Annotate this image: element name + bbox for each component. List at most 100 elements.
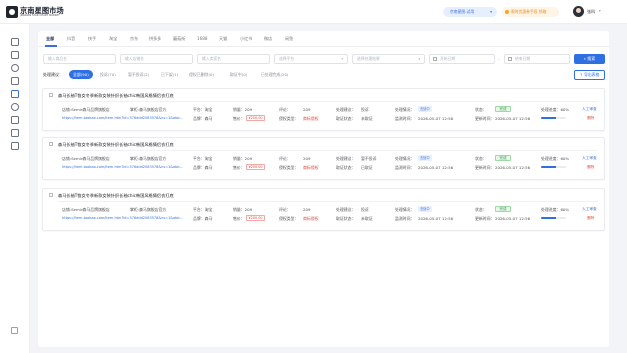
manual-review-button[interactable]: 人工审查 xyxy=(582,207,597,212)
shop-name-input[interactable]: 输入店铺名 xyxy=(120,54,193,64)
platform-select-placeholder: 选择平台 xyxy=(279,56,295,61)
progress-fill xyxy=(541,166,556,169)
seller-name-input[interactable]: 输入卖家名 xyxy=(197,54,270,64)
listing-link[interactable]: https://item.taobao.com/item.htm?id=576d… xyxy=(62,116,183,120)
advice-label: 处理建议： xyxy=(336,156,356,161)
monitor-time-value: 2026-05-07 12:56 xyxy=(418,216,454,221)
filter-chip-collecting[interactable]: 取证中(0) xyxy=(230,70,247,79)
shield-icon[interactable] xyxy=(11,77,19,85)
tab-weidian[interactable]: 微店 xyxy=(264,36,272,42)
platform-tabs: 全部 抖音 快手 淘宝 京东 拼多多 蘑菇街 1688 天猫 小红书 微店 闲鱼 xyxy=(38,31,609,47)
export-button[interactable]: ⇪ 导出表格 xyxy=(574,70,605,80)
delete-button[interactable]: 删除 xyxy=(587,216,594,221)
start-date-placeholder: 开始日期 xyxy=(440,56,456,61)
handle-status-badge: 去处中 xyxy=(418,206,432,212)
avatar[interactable] xyxy=(573,6,584,17)
update-time-value: 2026-05-07 12:56 xyxy=(495,216,531,221)
update-time-label: 更新时间： xyxy=(475,165,495,170)
message-icon[interactable] xyxy=(11,51,19,59)
filter-chip-no-complain[interactable]: 暂不投诉(2) xyxy=(128,70,149,79)
settings-icon[interactable] xyxy=(11,327,18,334)
price-label: 售价： xyxy=(233,116,245,121)
infringe-type-label: 侵权类型： xyxy=(279,116,299,121)
listing-link[interactable]: https://item.taobao.com/item.htm?id=576d… xyxy=(62,165,183,169)
delete-button[interactable]: 删除 xyxy=(587,116,594,121)
home-icon[interactable] xyxy=(11,38,19,46)
active-tab-indicator xyxy=(45,45,57,47)
handle-status-badge: 去处中 xyxy=(418,106,432,112)
search-button[interactable]: ⌕ 搜索 xyxy=(574,54,605,64)
progress-bar xyxy=(541,217,566,220)
status-select[interactable]: 选择处理结果 ▾ xyxy=(352,54,425,64)
product-name-input[interactable]: 输入商品名 xyxy=(43,54,116,64)
user-menu-chevron-icon[interactable]: ▾ xyxy=(599,9,601,13)
progress-value: 60% xyxy=(560,207,570,212)
chart-icon[interactable] xyxy=(11,103,19,111)
brand-value: 森马 xyxy=(204,165,213,170)
user-name[interactable]: 张科 xyxy=(587,9,595,15)
status-select-placeholder: 选择处理结果 xyxy=(357,56,380,61)
monitor-time-value: 2026-05-07 12:56 xyxy=(418,116,454,121)
manual-review-button[interactable]: 人工审查 xyxy=(582,156,597,161)
filter-chip-all[interactable]: 全部(90) xyxy=(69,70,93,79)
start-date-input[interactable]: 开始日期 xyxy=(429,54,495,64)
handle-status-label: 处理情况： xyxy=(395,107,415,112)
main-panel: 全部 抖音 快手 淘宝 京东 拼多多 蘑菇街 1688 天猫 小红书 微店 闲鱼… xyxy=(38,31,609,347)
filter-chip-deleted[interactable]: 侵权已删除(0) xyxy=(189,70,214,79)
infringe-type-label: 侵权类型： xyxy=(279,216,299,221)
filter-chip-removed[interactable]: 已下架(1) xyxy=(161,70,178,79)
filter-chip-done[interactable]: 已处理完成(20) xyxy=(261,70,288,79)
list-icon[interactable] xyxy=(11,142,19,150)
tab-mogujie[interactable]: 蘑菇街 xyxy=(173,36,185,42)
data-icon[interactable] xyxy=(11,116,19,124)
tab-kuaishou[interactable]: 快手 xyxy=(88,36,96,42)
delete-button[interactable]: 删除 xyxy=(587,165,594,170)
card-divider xyxy=(58,101,598,102)
reviews-value: 209 xyxy=(303,207,311,212)
monitor-time-label: 监测时间： xyxy=(395,165,415,170)
promo-banner[interactable]: 限时优惠券手段 领取 xyxy=(502,7,559,17)
sales-value: 209 xyxy=(244,207,253,212)
status-filter-label: 处理建议： xyxy=(43,72,63,77)
tab-taobao[interactable]: 淘宝 xyxy=(109,36,117,42)
search-button-label: 搜索 xyxy=(587,56,596,61)
sales-value: 209 xyxy=(244,107,253,112)
tab-xiaohongshu[interactable]: 小红书 xyxy=(240,36,252,42)
tab-xianyu[interactable]: 闲鱼 xyxy=(285,36,293,42)
progress-label: 处理进度： xyxy=(541,156,561,161)
chevron-down-icon: ▾ xyxy=(490,9,492,14)
listing-title[interactable]: 森马长袖T恤女冬季新款女装针织长袖chic韩国风格情侣衣打底 xyxy=(58,142,174,148)
listing-link[interactable]: https://item.taobao.com/item.htm?id=576d… xyxy=(62,216,183,220)
plan-label: 京南星图-试用 xyxy=(450,9,475,14)
manual-review-button[interactable]: 人工审查 xyxy=(582,107,597,112)
brand-label: 品牌： xyxy=(193,216,205,221)
tab-jd[interactable]: 京东 xyxy=(130,36,138,42)
advice-value: 投诉 xyxy=(361,107,369,112)
end-date-input[interactable]: 结束日期 xyxy=(504,54,570,64)
evidence-value: 未取证 xyxy=(361,216,373,221)
listing-card: 森马长袖T恤女冬季新款女装针织长袖chic韩国风格情侣衣打底 店铺:Semir森… xyxy=(42,88,605,131)
card-divider xyxy=(58,150,598,151)
target-icon[interactable] xyxy=(11,64,19,72)
progress-fill xyxy=(541,117,556,120)
folder-icon[interactable] xyxy=(11,129,19,137)
filter-chip-complain[interactable]: 投诉(70) xyxy=(100,70,116,79)
brand-logo[interactable]: 京南星图市场 JINGNAN STAR CHART MARKET xyxy=(6,6,72,18)
select-checkbox[interactable] xyxy=(49,193,53,197)
platform-label: 平台： xyxy=(193,207,205,212)
platform-select[interactable]: 选择平台 ▾ xyxy=(274,54,348,64)
select-checkbox[interactable] xyxy=(49,142,53,146)
tab-tmall[interactable]: 天猫 xyxy=(219,36,227,42)
select-checkbox[interactable] xyxy=(49,93,53,97)
tab-1688[interactable]: 1688 xyxy=(197,36,207,41)
tab-douyin[interactable]: 抖音 xyxy=(67,36,75,42)
tab-pinduoduo[interactable]: 拼多多 xyxy=(149,36,161,42)
tab-all[interactable]: 全部 xyxy=(46,36,54,42)
listing-title[interactable]: 森马长袖T恤女冬季新款女装针织长袖chic韩国风格情侣衣打底 xyxy=(58,93,174,99)
advice-label: 处理建议： xyxy=(336,107,356,112)
plan-selector[interactable]: 京南星图-试用 ▾ xyxy=(443,7,497,17)
evidence-value: 已取证 xyxy=(361,165,373,170)
price-value: ¥200.00 xyxy=(246,115,265,121)
document-icon[interactable] xyxy=(11,90,19,98)
listing-title[interactable]: 森马长袖T恤女冬季新款女装针织长袖chic韩国风格情侣衣打底 xyxy=(58,193,174,199)
